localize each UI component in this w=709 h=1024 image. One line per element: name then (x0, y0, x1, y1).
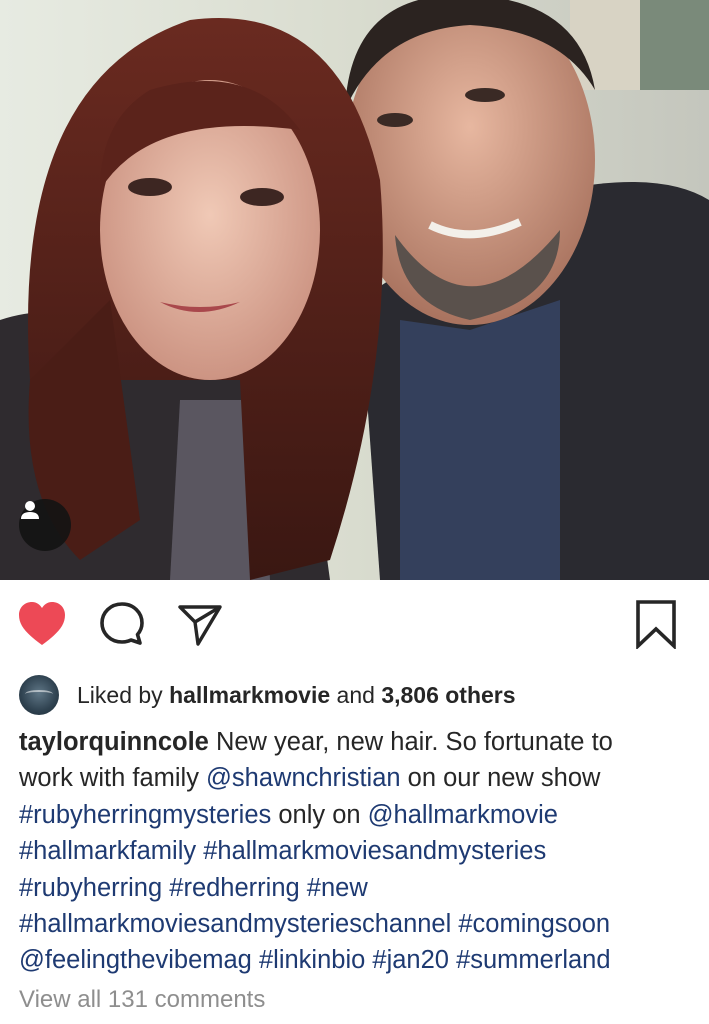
hashtag-link[interactable]: #jan20 (372, 946, 449, 974)
hashtag-link[interactable]: #rubyherringmysteries (19, 801, 271, 829)
mention-link[interactable]: @feelingthevibemag (19, 946, 252, 974)
caption-text: New year, new hair. So fortunate to (208, 728, 613, 756)
mention-link[interactable]: @shawnchristian (206, 764, 401, 792)
hashtag-link[interactable]: #redherring (169, 874, 299, 902)
post-photo[interactable] (0, 0, 709, 580)
hashtag-link[interactable]: #comingsoon (458, 910, 610, 938)
person-tag-icon (21, 501, 39, 519)
post-caption: taylorquinncole New year, new hair. So f… (19, 724, 699, 979)
caption-text: on our new show (400, 764, 601, 793)
liker-username[interactable]: hallmarkmovie (169, 682, 330, 708)
likes-prefix: Liked by (77, 681, 163, 708)
post-actions-bar (0, 596, 709, 656)
likes-joiner: and (336, 681, 375, 708)
like-button[interactable] (12, 596, 72, 652)
caption-username[interactable]: taylorquinncole (19, 728, 209, 756)
comment-icon (100, 602, 144, 645)
tagged-people-button[interactable] (19, 499, 71, 551)
hashtag-link[interactable]: #rubyherring (19, 874, 162, 902)
hashtag-link[interactable]: #hallmarkfamily (19, 837, 196, 865)
mention-link[interactable]: @hallmarkmovie (368, 801, 558, 829)
avatar[interactable] (19, 675, 59, 715)
share-button[interactable] (170, 596, 230, 652)
bookmark-icon (636, 600, 676, 649)
view-all-comments-link[interactable]: View all 131 comments (19, 986, 265, 1014)
comment-button[interactable] (92, 596, 152, 652)
caption-text: only on (271, 800, 368, 829)
likes-summary[interactable]: Liked by hallmarkmovie and 3,806 others (19, 672, 516, 718)
hashtag-link[interactable]: #new (307, 874, 368, 902)
save-button[interactable] (626, 596, 686, 652)
post-photo-illustration (0, 0, 709, 580)
hashtag-link[interactable]: #hallmarkmoviesandmysteries (203, 837, 546, 865)
hashtag-link[interactable]: #hallmarkmoviesandmysterieschannel (19, 910, 451, 938)
heart-filled-icon (19, 602, 65, 645)
hashtag-link[interactable]: #summerland (456, 946, 610, 974)
hashtag-link[interactable]: #linkinbio (259, 946, 365, 974)
likes-count[interactable]: 3,806 others (381, 682, 515, 708)
likes-text: Liked by hallmarkmovie and 3,806 others (77, 682, 516, 709)
direct-send-icon (178, 605, 222, 646)
caption-text: work with family (19, 764, 207, 793)
